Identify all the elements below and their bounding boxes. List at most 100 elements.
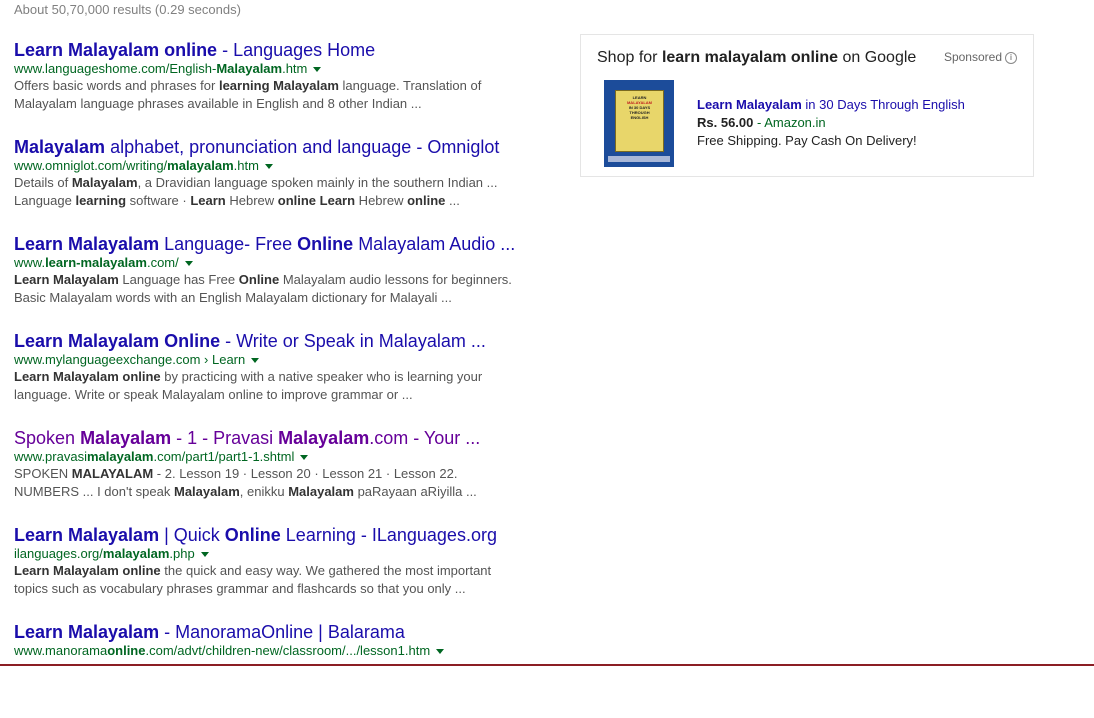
snippet2-segment: , enikku <box>239 484 289 499</box>
result-snippet-line: Offers basic words and phrases for learn… <box>14 77 554 95</box>
title-segment: Malayalam <box>14 137 106 157</box>
title-segment: | Quick <box>159 525 225 545</box>
result-url: www.pravasimalayalam.com/part1/part1-1.s… <box>14 449 554 465</box>
ad-heading-query: learn malayalam online <box>661 49 839 66</box>
snippet1-segment: by practicing with a native speaker who … <box>160 369 483 384</box>
title-segment: Learn Malayalam <box>14 234 160 254</box>
caret-down-icon[interactable] <box>300 455 309 461</box>
caret-down-icon[interactable] <box>436 649 445 655</box>
result-snippet-line: Learn Malayalam online the quick and eas… <box>14 562 554 580</box>
search-result: Learn Malayalam online - Languages Home w… <box>14 39 554 136</box>
url-segment: .com/part1/part1-1.shtml <box>153 449 295 464</box>
title-segment: - 1 - Pravasi <box>171 428 279 448</box>
url-segment: ilanguages.org/ <box>14 546 103 561</box>
url-segment: malayalam <box>167 158 234 173</box>
url-segment: .htm <box>233 158 259 173</box>
ad-heading: Shop for learn malayalam online on Googl… <box>597 49 916 67</box>
title-segment: Malayalam Audio ... <box>353 234 516 254</box>
snippet2-segment: Language <box>14 193 76 208</box>
result-snippet-line: Basic Malayalam words with an English Ma… <box>14 289 554 307</box>
url-segment: www.languageshome.com/English- <box>14 61 217 76</box>
ad-heading-prefix: Shop for <box>597 49 662 66</box>
snippet2-segment: Malayalam <box>174 484 240 499</box>
product-shipping: Free Shipping. Pay Cash On Delivery! <box>697 133 917 148</box>
result-snippet-line: topics such as vocabulary phrases gramma… <box>14 580 554 598</box>
url-segment: www.pravasi <box>14 449 87 464</box>
sponsored-label[interactable]: Sponsored i <box>944 50 1017 64</box>
snippet2-segment: Malayalam language phrases available in … <box>14 96 422 111</box>
result-url: www.learn-malayalam.com/ <box>14 255 554 271</box>
title-segment: Spoken <box>14 428 81 448</box>
url-segment: online <box>107 643 146 658</box>
url-segment: .php <box>169 546 195 561</box>
snippet2-segment: Hebrew <box>225 193 278 208</box>
snippet1-segment: the quick and easy way. We gathered the … <box>160 563 492 578</box>
snippet1-segment: Learn Malayalam <box>14 272 119 287</box>
result-title-link[interactable]: Learn Malayalam Online - Write or Speak … <box>14 330 554 352</box>
snippet2-segment: Basic Malayalam words with an English Ma… <box>14 290 452 305</box>
url-segment: malayalam <box>86 449 154 464</box>
result-title-link[interactable]: Learn Malayalam Language- Free Online Ma… <box>14 233 554 255</box>
result-title-link[interactable]: Learn Malayalam online - Languages Home <box>14 39 554 61</box>
result-url: www.languageshome.com/English-Malayalam.… <box>14 61 554 77</box>
url-segment: www.manorama <box>14 643 108 658</box>
product-title-bold: Learn Malayalam <box>697 97 802 112</box>
caret-down-icon[interactable] <box>251 358 260 364</box>
title-segment: Learn Malayalam Online <box>14 331 221 351</box>
book-cover-line: ENGLISH <box>630 115 649 120</box>
product-title-link[interactable]: Learn Malayalam in 30 Days Through Engli… <box>697 97 965 112</box>
snippet2-segment: paRayaan aRiyilla ... <box>353 484 477 499</box>
snippet1-segment: Malayalam audio lessons for beginners. <box>279 272 512 287</box>
product-price-line: Rs. 56.00 - Amazon.in <box>697 115 826 130</box>
info-icon[interactable]: i <box>1005 51 1017 64</box>
result-title-link[interactable]: Learn Malayalam | Quick Online Learning … <box>14 524 554 546</box>
result-snippet-line: NUMBERS ... I don't speak Malayalam, eni… <box>14 483 554 501</box>
caret-down-icon[interactable] <box>313 67 322 73</box>
product-store: Amazon.in <box>764 115 826 130</box>
title-segment: Language- Free <box>159 234 298 254</box>
snippet1-segment: learning Malayalam <box>218 78 339 93</box>
snippet1-segment: Learn Malayalam online <box>14 563 161 578</box>
result-url: www.manoramaonline.com/advt/children-new… <box>14 643 554 659</box>
results-stats: About 50,70,000 results (0.29 seconds) <box>14 2 241 17</box>
caret-down-icon[interactable] <box>264 164 273 170</box>
result-url: ilanguages.org/malayalam.php <box>14 546 554 562</box>
snippet1-segment: Offers basic words and phrases for <box>14 78 219 93</box>
snippet2-segment: learning <box>75 193 127 208</box>
book-cover: LEARN MALAYALAM IN 30 DAYS THROUGH ENGLI… <box>615 90 664 152</box>
url-segment: www.omniglot.com/writing/ <box>14 158 168 173</box>
result-title-link[interactable]: Learn Malayalam - ManoramaOnline | Balar… <box>14 621 554 643</box>
snippet2-segment: software · <box>126 193 191 208</box>
snippet2-segment: topics such as vocabulary phrases gramma… <box>14 581 466 596</box>
title-segment: alphabet, pronunciation and language - O… <box>105 137 500 157</box>
result-title-link[interactable]: Spoken Malayalam - 1 - Pravasi Malayalam… <box>14 427 554 449</box>
book-cover-strip <box>608 156 670 162</box>
url-segment: learn-malayalam <box>45 255 147 270</box>
title-segment: Online <box>297 234 354 254</box>
product-price: Rs. 56.00 <box>697 115 754 130</box>
snippet1-segment: Malayalam <box>71 175 138 190</box>
caret-down-icon[interactable] <box>200 552 209 558</box>
search-result: Malayalam alphabet, pronunciation and la… <box>14 136 554 233</box>
snippet2-segment: Malayalam <box>288 484 354 499</box>
snippet1-segment: Online <box>238 272 280 287</box>
product-image[interactable]: LEARN MALAYALAM IN 30 DAYS THROUGH ENGLI… <box>604 80 674 167</box>
title-segment: Learn Malayalam <box>14 525 160 545</box>
search-result: Learn Malayalam Online - Write or Speak … <box>14 330 554 427</box>
snippet2-segment: Hebrew <box>355 193 408 208</box>
title-segment: Malayalam <box>278 428 370 448</box>
result-url: www.mylanguageexchange.com › Learn <box>14 352 554 368</box>
snippet1-segment: - 2. Lesson 19 · Lesson 20 · Lesson 21 ·… <box>153 466 458 481</box>
title-segment: - Languages Home <box>217 40 376 60</box>
snippet1-segment: , a Dravidian language spoken mainly in … <box>137 175 498 190</box>
url-segment: .com/advt/children-new/classroom/.../les… <box>145 643 431 658</box>
snippet2-segment: NUMBERS ... I don't speak <box>14 484 174 499</box>
snippet1-segment: language. Translation of <box>338 78 482 93</box>
result-url: www.omniglot.com/writing/malayalam.htm <box>14 158 554 174</box>
caret-down-icon[interactable] <box>184 261 193 267</box>
result-snippet-line: language. Write or speak Malayalam onlin… <box>14 386 554 404</box>
result-snippet-line: Malayalam language phrases available in … <box>14 95 554 113</box>
result-title-link[interactable]: Malayalam alphabet, pronunciation and la… <box>14 136 554 158</box>
snippet2-segment: language. Write or speak Malayalam onlin… <box>14 387 413 402</box>
price-separator: - <box>753 115 765 130</box>
